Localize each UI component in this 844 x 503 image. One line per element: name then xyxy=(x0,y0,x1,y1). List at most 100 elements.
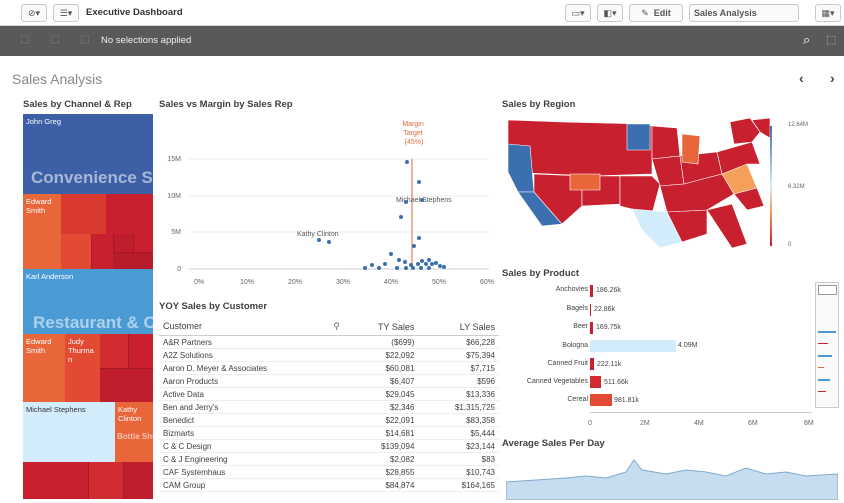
treemap-cell[interactable] xyxy=(61,194,106,234)
table-row[interactable]: Benedict $22,091 $83,358 xyxy=(159,413,499,427)
cell-ly: $83 xyxy=(418,452,499,466)
search-column-icon[interactable]: ⚲ xyxy=(333,321,340,332)
avg-sales-chart[interactable] xyxy=(506,452,838,500)
us-map-shape[interactable] xyxy=(507,117,771,249)
product-bar[interactable] xyxy=(590,394,612,406)
table-row[interactable]: C & J Engineering $2,082 $83 xyxy=(159,452,499,466)
product-bar[interactable] xyxy=(590,285,593,297)
cell-ty: $6,407 xyxy=(344,374,419,388)
preview-bar xyxy=(818,331,836,333)
treemap-cell[interactable] xyxy=(133,234,153,252)
product-bar[interactable] xyxy=(590,358,594,370)
table-row[interactable]: Bizmarts $14,681 $5,444 xyxy=(159,426,499,440)
table-row[interactable]: C & C Design $139,094 $23,144 xyxy=(159,439,499,453)
scatter-x-ticks: 0% 10% 20% 30% 40% 50% 60% xyxy=(194,279,494,286)
grid-icon: ▦▾ xyxy=(821,7,835,18)
legend-min-label: 0 xyxy=(788,242,792,248)
smart-search-icon[interactable]: ⬚ xyxy=(826,33,836,46)
previous-sheet-icon[interactable]: ‹ xyxy=(799,70,804,86)
cell-ty: ($699) xyxy=(344,335,419,349)
product-bar[interactable] xyxy=(590,376,601,388)
product-bar[interactable] xyxy=(590,304,591,316)
table-row[interactable]: CAF Systemhaus $28,855 $10,743 xyxy=(159,465,499,479)
region-title: Sales by Region xyxy=(502,99,576,110)
treemap-cell[interactable] xyxy=(113,234,133,252)
next-sheet-icon[interactable]: › xyxy=(830,70,835,86)
treemap-cell[interactable] xyxy=(100,334,128,368)
scatter-title: Sales vs Margin by Sales Rep xyxy=(159,99,293,110)
edit-button[interactable]: ✎ Edit xyxy=(629,4,683,22)
product-value: 169.75k xyxy=(596,324,621,331)
col-header-ly-sales[interactable]: LY Sales xyxy=(418,318,499,336)
treemap-rep-label: Michael Stephens xyxy=(26,405,86,414)
product-label: Canned Vegetables xyxy=(526,378,588,385)
treemap-cell[interactable] xyxy=(91,234,113,269)
yoy-table[interactable]: Customer ⚲ TY Sales LY Sales A&R Partners… xyxy=(159,318,499,492)
treemap-cell[interactable] xyxy=(88,462,123,499)
navigation-menu-button[interactable]: ⊘▾ xyxy=(21,4,47,22)
treemap-channel-label-bottle: Bottle Shops xyxy=(117,432,153,441)
treemap-cell-edward-smith[interactable]: Edward Smith xyxy=(23,194,61,269)
app-overview-button[interactable]: ☰▾ xyxy=(53,4,79,22)
legend-mid-label: 6.32M xyxy=(788,184,805,190)
treemap-cell[interactable] xyxy=(113,252,153,269)
table-row[interactable]: Aaron Products $6,407 $596 xyxy=(159,374,499,388)
product-bar[interactable] xyxy=(590,340,676,352)
table-row[interactable]: Active Data $29,045 $13,336 xyxy=(159,387,499,401)
cell-ty: $2,346 xyxy=(344,400,419,414)
region-legend xyxy=(770,126,772,246)
treemap-cell[interactable] xyxy=(61,234,91,269)
sheet-selector[interactable]: Sales Analysis xyxy=(689,4,799,22)
x-tick-40: 40% xyxy=(384,279,398,286)
cell-ly: $7,715 xyxy=(418,361,499,375)
treemap-rep-label: Edward Smith xyxy=(26,337,52,355)
step-forward-icon[interactable]: ⬚ xyxy=(49,34,61,46)
x-tick-10: 10% xyxy=(240,279,254,286)
table-row[interactable]: A2Z Solutions $22,092 $75,394 xyxy=(159,348,499,362)
sheets-grid-button[interactable]: ▦▾ xyxy=(815,4,841,22)
col-header-customer-label: Customer xyxy=(163,321,203,331)
cell-ly: $5,444 xyxy=(418,426,499,440)
table-row[interactable]: CAM Group $84,874 $164,165 xyxy=(159,478,499,492)
selections-bar: ⬚ ⬚ ⬚ No selections applied ⌕ ⬚ xyxy=(0,26,844,56)
y-tick-10m: 10M xyxy=(167,193,181,200)
selections-status: No selections applied xyxy=(101,35,192,46)
clear-all-icon[interactable]: ⬚ xyxy=(79,34,91,46)
step-back-icon[interactable]: ⬚ xyxy=(19,34,31,46)
treemap[interactable]: John Greg Edward Smith Convenience Store… xyxy=(23,114,153,499)
region-map[interactable] xyxy=(502,114,772,252)
table-row[interactable]: Ben and Jerry's $2,346 $1,315,725 xyxy=(159,400,499,414)
cell-customer: Aaron D. Meyer & Associates xyxy=(159,361,344,375)
x-tick-50: 50% xyxy=(432,279,446,286)
treemap-cell-edward-smith-2[interactable]: Edward Smith xyxy=(23,334,65,402)
bookmark-button[interactable]: ◧▾ xyxy=(597,4,623,22)
treemap-title: Sales by Channel & Rep xyxy=(23,99,132,110)
cell-ty: $2,082 xyxy=(344,452,419,466)
table-row[interactable]: A&R Partners ($699) $66,228 xyxy=(159,335,499,349)
treemap-cell[interactable] xyxy=(23,462,88,499)
treemap-cell-judy-thurman[interactable]: Judy Thurma n xyxy=(65,334,100,402)
cell-ty: $29,045 xyxy=(344,387,419,401)
cell-ly: $10,743 xyxy=(418,465,499,479)
cell-ly: $13,336 xyxy=(418,387,499,401)
preview-bar xyxy=(818,367,824,368)
treemap-cell[interactable] xyxy=(106,194,153,234)
cell-ly: $83,358 xyxy=(418,413,499,427)
scatter-points[interactable] xyxy=(317,160,446,270)
col-header-customer[interactable]: Customer ⚲ xyxy=(159,318,344,336)
col-header-ty-sales[interactable]: TY Sales xyxy=(344,318,419,336)
product-bar[interactable] xyxy=(590,322,593,334)
treemap-cell-michael-stephens[interactable]: Michael Stephens xyxy=(23,402,115,462)
product-scroll-preview[interactable] xyxy=(815,282,839,408)
treemap-cell[interactable] xyxy=(100,368,153,402)
scroll-thumb[interactable] xyxy=(818,285,837,295)
product-chart[interactable]: Anchovies 186.26k Bagels 22.86k Beer 169… xyxy=(502,282,814,422)
preview-bar xyxy=(818,343,828,344)
search-icon[interactable]: ⌕ xyxy=(803,32,810,48)
treemap-cell[interactable] xyxy=(123,462,153,499)
scatter-plot[interactable]: Margin Target (45%) 15M 10M 5M 0 0% 10% … xyxy=(159,114,499,294)
treemap-cell[interactable] xyxy=(128,334,153,368)
table-row[interactable]: Aaron D. Meyer & Associates $60,081 $7,715 xyxy=(159,361,499,375)
story-button[interactable]: ▭▾ xyxy=(565,4,591,22)
presentation-icon: ▭▾ xyxy=(571,7,585,18)
